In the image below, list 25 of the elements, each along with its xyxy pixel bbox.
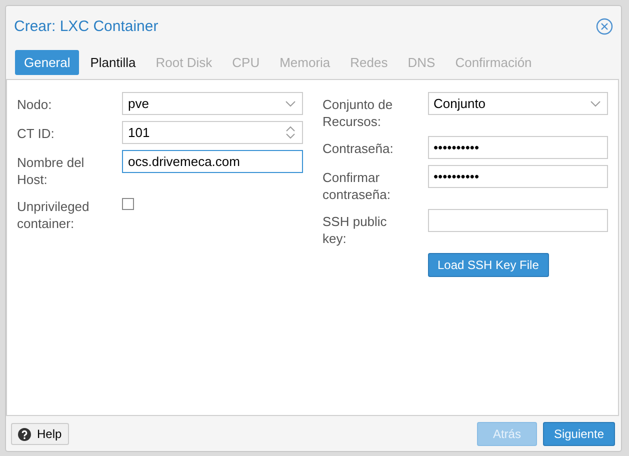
footer-button[interactable]: Siguiente (542, 422, 615, 446)
input-field[interactable]: ocs.drivemeca.com (122, 150, 302, 173)
field-label: CT ID: (17, 125, 56, 142)
field-label: Confirmar contraseña: (322, 169, 392, 203)
input-field[interactable]: •••••••••• (428, 165, 608, 188)
field-label: Nodo: (17, 96, 53, 113)
checkbox[interactable] (122, 198, 134, 210)
help-button[interactable]: Help (11, 423, 69, 445)
field-label: Conjunto de Recursos: (322, 96, 394, 130)
field-label: SSH public key: (322, 213, 388, 247)
field-label: Nombre del Host: (17, 154, 86, 188)
tab[interactable]: General (15, 50, 80, 75)
question-icon (18, 428, 31, 440)
input-field[interactable]: 101 (122, 121, 302, 144)
dropdown-field[interactable]: Conjunto (428, 92, 608, 115)
load-ssh-key-button[interactable]: Load SSH Key File (428, 253, 549, 277)
input-field[interactable] (428, 209, 608, 232)
dropdown-field[interactable]: pve (122, 92, 302, 115)
field-label: Contraseña: (322, 140, 394, 157)
window-title: Crear: LXC Container (14, 18, 158, 34)
field-label: Unprivileged container: (17, 198, 90, 232)
spinner-arrows-icon[interactable] (284, 126, 296, 139)
close-icon[interactable] (596, 18, 613, 34)
input-field[interactable]: •••••••••• (428, 136, 608, 159)
tab[interactable]: Plantilla (81, 50, 145, 75)
